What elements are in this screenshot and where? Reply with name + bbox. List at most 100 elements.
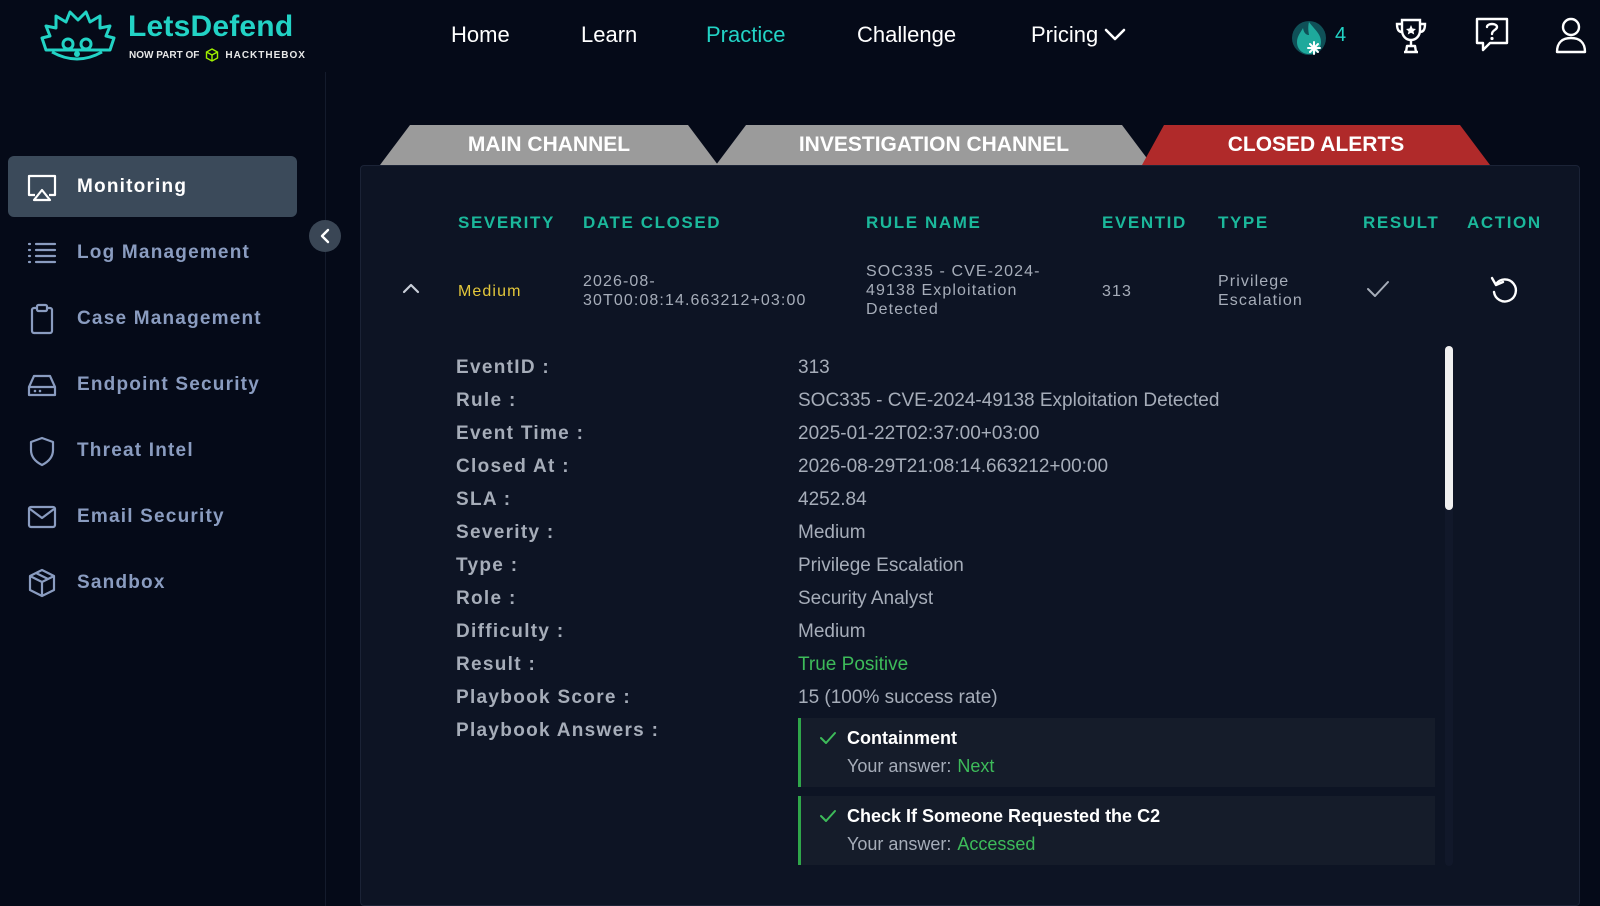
clipboard-icon xyxy=(30,303,54,335)
row-severity: Medium xyxy=(458,283,522,300)
sidebar: Monitoring Log Management Case Managemen… xyxy=(0,72,341,906)
sidebar-item-label: Endpoint Security xyxy=(77,373,260,395)
tab-closed-alerts[interactable]: CLOSED ALERTS xyxy=(1142,125,1490,165)
sidebar-item-label: Sandbox xyxy=(77,571,166,593)
tab-main-channel-label: MAIN CHANNEL xyxy=(467,133,631,156)
tab-closed-alerts-label: CLOSED ALERTS xyxy=(1227,133,1405,156)
detail-rule-value: SOC335 - CVE-2024-49138 Exploitation Det… xyxy=(798,390,1220,411)
playbook-question: Check If Someone Requested the C2 xyxy=(847,806,1161,826)
detail-role-label: Role : xyxy=(456,588,517,609)
col-header-result[interactable]: RESULT xyxy=(1363,213,1439,233)
nav-challenge[interactable]: Challenge xyxy=(857,22,956,48)
detail-role-value: Security Analyst xyxy=(798,588,934,609)
tab-main-channel[interactable]: MAIN CHANNEL xyxy=(380,125,718,165)
details-scrollbar-thumb[interactable] xyxy=(1445,346,1453,510)
sidebar-item-label: Monitoring xyxy=(77,175,188,197)
chevron-down-icon xyxy=(1104,28,1126,41)
sidebar-item-label: Email Security xyxy=(77,505,225,527)
col-header-type[interactable]: TYPE xyxy=(1218,213,1269,233)
playbook-answer-card: Check If Someone Requested the C2 Your a… xyxy=(798,796,1435,865)
sidebar-item-label: Threat Intel xyxy=(77,439,194,461)
playbook-question: Containment xyxy=(847,728,957,748)
row-type-line1: Privilege xyxy=(1218,273,1290,290)
detail-playbook-answers-label: Playbook Answers : xyxy=(456,720,660,741)
sidebar-item-label: Log Management xyxy=(77,241,251,263)
hackthebox-cube-icon xyxy=(206,48,219,62)
row-rule-line1: SOC335 - CVE-2024- xyxy=(866,263,1041,280)
row-eventid: 313 xyxy=(1102,283,1132,300)
brand-name: LetsDefend xyxy=(128,10,294,43)
nav-home[interactable]: Home xyxy=(451,22,510,48)
detail-eventid-value: 313 xyxy=(798,357,830,378)
row-rule-line2: 49138 Exploitation xyxy=(866,282,1018,299)
hedgehog-logo-icon xyxy=(40,10,116,61)
detail-event-time-value: 2025-01-22T02:37:00+03:00 xyxy=(798,423,1040,444)
help-icon[interactable] xyxy=(1474,16,1510,54)
sidebar-item-monitoring[interactable]: Monitoring xyxy=(8,156,297,217)
detail-result-label: Result : xyxy=(456,654,537,675)
col-header-eventid[interactable]: EVENTID xyxy=(1102,213,1187,233)
streak-flame-icon[interactable] xyxy=(1288,16,1330,58)
list-icon xyxy=(27,242,57,264)
tab-investigation-channel[interactable]: INVESTIGATION CHANNEL xyxy=(716,125,1152,165)
hard-drive-icon xyxy=(27,374,57,397)
col-header-severity[interactable]: SEVERITY xyxy=(458,213,555,233)
row-rule-line3: Detected xyxy=(866,301,939,318)
detail-result-value: True Positive xyxy=(798,654,909,675)
user-icon[interactable] xyxy=(1555,16,1587,54)
trophy-icon[interactable] xyxy=(1394,16,1428,56)
detail-playbook-score-label: Playbook Score : xyxy=(456,687,631,708)
detail-event-time-label: Event Time : xyxy=(456,423,585,444)
tagline-partner: HACKTHEBOX xyxy=(225,49,306,61)
sidebar-item-case-management[interactable]: Case Management xyxy=(8,288,297,349)
monitor-icon xyxy=(27,174,57,202)
col-header-date-closed[interactable]: DATE CLOSED xyxy=(583,213,721,233)
chevron-up-icon[interactable] xyxy=(401,281,421,295)
sidebar-item-email-security[interactable]: Email Security xyxy=(8,486,297,547)
detail-difficulty-value: Medium xyxy=(798,621,866,642)
detail-playbook-score-value: 15 (100% success rate) xyxy=(798,687,998,708)
your-answer-label: Your answer: xyxy=(847,756,952,776)
detail-difficulty-label: Difficulty : xyxy=(456,621,565,642)
detail-closed-at-label: Closed At : xyxy=(456,456,570,477)
chevron-left-icon xyxy=(320,228,330,244)
col-header-rule-name[interactable]: RULE NAME xyxy=(866,213,981,233)
detail-eventid-label: EventID : xyxy=(456,357,551,378)
playbook-your-answer: Your answer: Next xyxy=(847,756,994,777)
detail-severity-label: Severity : xyxy=(456,522,555,543)
row-date-closed-line2: 30T00:08:14.663212+03:00 xyxy=(583,292,807,309)
top-navbar: LetsDefend NOW PART OF HACKTHEBOX Home L… xyxy=(0,0,1600,72)
detail-sla-value: 4252.84 xyxy=(798,489,867,510)
detail-type-label: Type : xyxy=(456,555,519,576)
nav-pricing-label: Pricing xyxy=(1031,22,1099,47)
shield-icon xyxy=(29,436,55,467)
playbook-your-answer: Your answer: Accessed xyxy=(847,834,1035,855)
playbook-answer-card: Containment Your answer: Next xyxy=(798,718,1435,787)
detail-rule-label: Rule : xyxy=(456,390,517,411)
check-icon xyxy=(820,732,836,744)
nav-pricing[interactable]: Pricing xyxy=(1031,22,1126,48)
sidebar-item-sandbox[interactable]: Sandbox xyxy=(8,552,297,613)
detail-sla-label: SLA : xyxy=(456,489,512,510)
sidebar-collapse-button[interactable] xyxy=(309,220,341,252)
your-answer-value: Next xyxy=(957,756,995,776)
sidebar-item-endpoint-security[interactable]: Endpoint Security xyxy=(8,354,297,415)
tab-investigation-channel-label: INVESTIGATION CHANNEL xyxy=(798,133,1070,156)
reopen-alert-icon[interactable] xyxy=(1489,274,1521,306)
col-header-action[interactable]: ACTION xyxy=(1467,213,1542,233)
sidebar-item-label: Case Management xyxy=(77,307,262,329)
check-icon xyxy=(820,810,836,822)
your-answer-value: Accessed xyxy=(957,834,1036,854)
streak-count: 4 xyxy=(1335,24,1347,46)
detail-closed-at-value: 2026-08-29T21:08:14.663212+00:00 xyxy=(798,456,1109,477)
sidebar-item-threat-intel[interactable]: Threat Intel xyxy=(8,420,297,481)
nav-learn[interactable]: Learn xyxy=(581,22,637,48)
brand-tagline: NOW PART OF HACKTHEBOX xyxy=(129,48,306,62)
tagline-prefix: NOW PART OF xyxy=(129,49,200,61)
sidebar-item-log-management[interactable]: Log Management xyxy=(8,222,297,283)
nav-practice[interactable]: Practice xyxy=(706,22,785,48)
detail-type-value: Privilege Escalation xyxy=(798,555,964,576)
detail-severity-value: Medium xyxy=(798,522,866,543)
mail-icon xyxy=(27,505,57,529)
letsdefend-logo[interactable]: LetsDefend NOW PART OF HACKTHEBOX xyxy=(38,6,328,66)
